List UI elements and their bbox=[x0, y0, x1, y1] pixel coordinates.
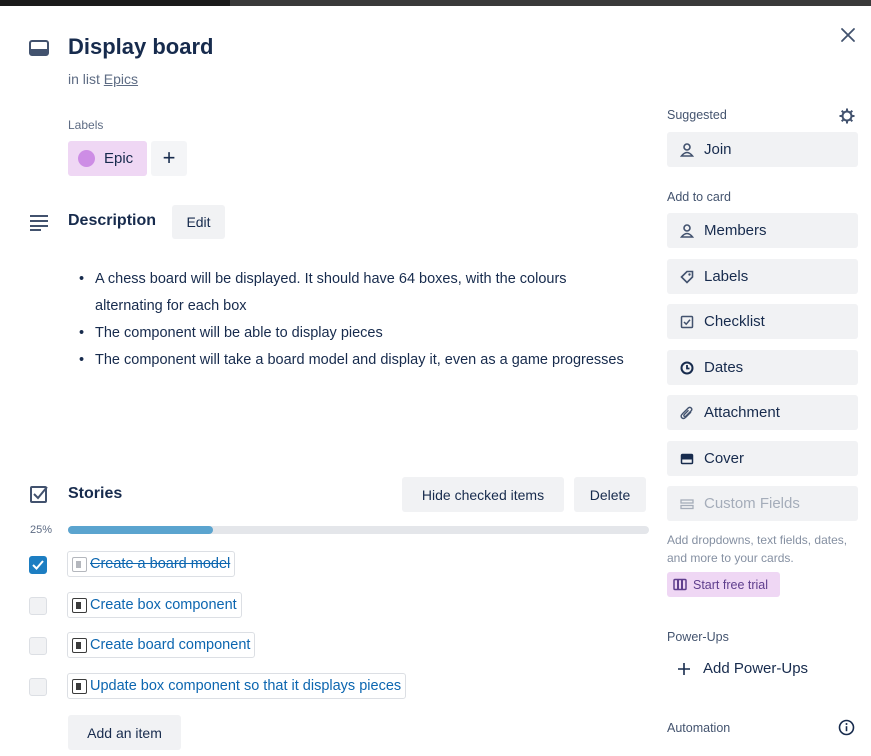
close-button[interactable] bbox=[836, 24, 860, 48]
card-icon bbox=[29, 40, 49, 56]
suggested-heading: Suggested bbox=[667, 108, 727, 122]
checklist-item[interactable]: Create a board model bbox=[67, 551, 236, 577]
custom-fields-icon bbox=[679, 496, 695, 512]
labels-button[interactable]: Labels bbox=[667, 259, 858, 294]
close-icon bbox=[841, 28, 855, 42]
checklist-item-text: Update box component so that it displays… bbox=[90, 678, 402, 694]
card-link-icon bbox=[72, 678, 87, 694]
description-list[interactable]: A chess board will be displayed. It shou… bbox=[76, 266, 636, 374]
checklist-icon bbox=[30, 486, 48, 503]
checklist-item-text: Create board component bbox=[90, 637, 251, 653]
item-checkbox[interactable] bbox=[29, 637, 47, 655]
members-label: Members bbox=[704, 222, 767, 239]
checklist-item[interactable]: Create board component bbox=[67, 632, 256, 658]
tag-icon bbox=[679, 269, 695, 285]
checklist-item-text: Create box component bbox=[90, 597, 237, 613]
progress-percent: 25% bbox=[30, 524, 53, 536]
delete-checklist-button[interactable]: Delete bbox=[574, 477, 646, 512]
checkmark-icon bbox=[32, 560, 44, 570]
card-link-icon bbox=[72, 597, 87, 613]
cover-icon bbox=[679, 451, 695, 467]
label-name: Epic bbox=[104, 150, 134, 167]
card-title[interactable]: Display board bbox=[68, 34, 213, 60]
checklist-button-label: Checklist bbox=[704, 313, 765, 330]
add-to-card-heading: Add to card bbox=[667, 190, 731, 204]
custom-fields-button[interactable]: Custom Fields bbox=[667, 486, 858, 521]
gear-icon[interactable] bbox=[839, 108, 855, 124]
dates-button[interactable]: Dates bbox=[667, 350, 858, 385]
label-color-dot bbox=[78, 150, 95, 167]
card-link-icon bbox=[72, 556, 87, 572]
checklist-item[interactable]: Create box component bbox=[67, 592, 242, 618]
attachment-label: Attachment bbox=[704, 404, 780, 421]
cover-label: Cover bbox=[704, 450, 745, 467]
list-link[interactable]: Epics bbox=[104, 71, 138, 87]
labels-heading: Labels bbox=[68, 118, 104, 132]
progress-bar bbox=[68, 526, 649, 534]
description-bullet: The component will take a board model an… bbox=[76, 347, 636, 374]
start-free-trial-label: Start free trial bbox=[693, 577, 769, 592]
description-heading: Description bbox=[68, 212, 157, 229]
cover-button[interactable]: Cover bbox=[667, 441, 858, 476]
item-checkbox[interactable] bbox=[29, 597, 47, 615]
label-epic[interactable]: Epic bbox=[68, 141, 147, 176]
list-info: in list Epics bbox=[68, 71, 138, 87]
add-label-button[interactable]: + bbox=[151, 141, 187, 176]
attachment-button[interactable]: Attachment bbox=[667, 395, 858, 430]
checklist-title[interactable]: Stories bbox=[68, 485, 122, 503]
plus-icon bbox=[678, 662, 690, 675]
checklist-item-text: Create a board model bbox=[90, 556, 231, 572]
modal-top-edge bbox=[0, 0, 871, 6]
labels-button-label: Labels bbox=[704, 268, 749, 285]
add-powerups-button[interactable]: Add Power-Ups bbox=[677, 660, 808, 677]
checkbox-icon bbox=[679, 314, 695, 330]
description-bullet: A chess board will be displayed. It shou… bbox=[76, 266, 636, 320]
in-list-prefix: in list bbox=[68, 71, 100, 87]
custom-fields-note: Add dropdowns, text fields, dates, and m… bbox=[667, 533, 848, 565]
description-icon bbox=[30, 215, 48, 231]
hide-checked-items-button[interactable]: Hide checked items bbox=[402, 477, 564, 512]
members-button[interactable]: Members bbox=[667, 213, 858, 248]
info-icon[interactable] bbox=[838, 719, 855, 736]
trial-icon bbox=[673, 578, 687, 591]
checklist-button[interactable]: Checklist bbox=[667, 304, 858, 339]
person-icon bbox=[679, 223, 695, 239]
dates-label: Dates bbox=[704, 359, 744, 376]
add-powerups-label: Add Power-Ups bbox=[703, 660, 809, 677]
paperclip-icon bbox=[679, 405, 695, 421]
custom-fields-label: Custom Fields bbox=[704, 495, 800, 512]
powerups-heading: Power-Ups bbox=[667, 630, 729, 644]
add-item-button[interactable]: Add an item bbox=[68, 715, 181, 750]
join-label: Join bbox=[704, 141, 732, 158]
item-checkbox[interactable] bbox=[29, 556, 47, 574]
join-button[interactable]: Join bbox=[667, 132, 858, 167]
description-bullet: The component will be able to display pi… bbox=[76, 320, 636, 347]
card-link-icon bbox=[72, 637, 87, 653]
start-free-trial-button[interactable]: Start free trial bbox=[667, 572, 780, 597]
item-checkbox[interactable] bbox=[29, 678, 47, 696]
person-icon bbox=[679, 142, 695, 158]
edit-description-button[interactable]: Edit bbox=[172, 205, 225, 239]
clock-icon bbox=[679, 360, 695, 376]
automation-heading: Automation bbox=[667, 721, 731, 735]
checklist-item[interactable]: Update box component so that it displays… bbox=[67, 673, 407, 699]
progress-fill bbox=[68, 526, 214, 534]
